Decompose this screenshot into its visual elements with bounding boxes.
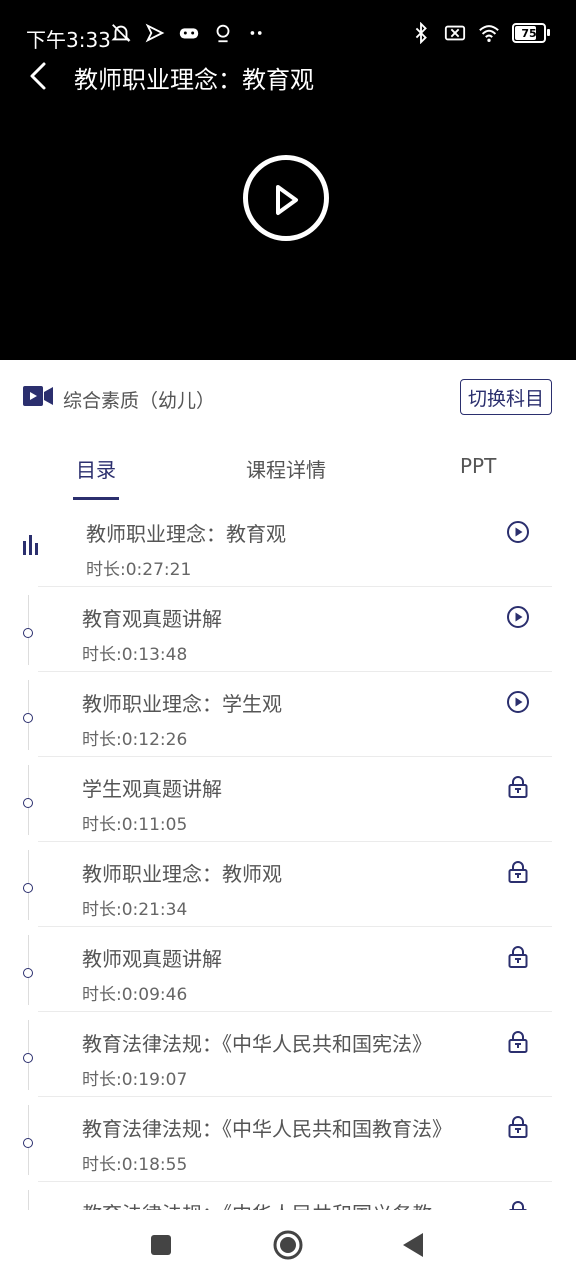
- play-button[interactable]: [243, 155, 329, 241]
- play-circle-icon[interactable]: [506, 690, 530, 714]
- status-bar: 下午3:33 75: [0, 0, 576, 52]
- lesson-title: 教师观真题讲解: [82, 947, 222, 971]
- send-icon: [145, 23, 165, 43]
- battery-icon: 75: [512, 23, 550, 43]
- lesson-duration: 时长:0:13:48: [82, 645, 188, 665]
- lesson-item[interactable]: 教育法律法规：《中华人民共和国教育法》时长:0:18:55: [0, 1097, 576, 1182]
- lesson-title: 教师职业理念：教师观: [82, 862, 282, 886]
- lesson-title: 教育观真题讲解: [82, 607, 222, 631]
- timeline-dot: [23, 968, 33, 978]
- play-circle-icon[interactable]: [506, 520, 530, 544]
- play-circle-icon[interactable]: [506, 605, 530, 629]
- lesson-item[interactable]: 教师职业理念：教育观时长:0:27:21: [0, 502, 576, 587]
- timeline-dot: [23, 1138, 33, 1148]
- lesson-duration: 时长:0:12:26: [82, 730, 188, 750]
- lesson-item[interactable]: 教育法律法规：《中华人民共和国宪法》时长:0:19:07: [0, 1012, 576, 1097]
- switch-subject-button[interactable]: 切换科目: [460, 379, 552, 415]
- lesson-item[interactable]: 学生观真题讲解时长:0:11:05: [0, 757, 576, 842]
- lesson-title: 教师职业理念：学生观: [82, 692, 282, 716]
- lesson-duration: 时长:0:18:55: [82, 1155, 188, 1175]
- lesson-duration: 时长:0:19:07: [82, 1070, 188, 1090]
- lock-icon[interactable]: [506, 1030, 530, 1054]
- status-time: 下午3:33: [26, 28, 111, 52]
- timeline-dot: [23, 713, 33, 723]
- subject-name: 综合素质（幼儿）: [63, 390, 216, 412]
- triangle-back-icon[interactable]: [402, 1232, 424, 1258]
- lock-icon[interactable]: [506, 1200, 530, 1210]
- tab-course-details[interactable]: 课程详情: [246, 454, 326, 483]
- lesson-item[interactable]: 教育观真题讲解时长:0:13:48: [0, 587, 576, 672]
- video-player[interactable]: 下午3:33 75 教师职业理念：教育观: [0, 0, 576, 360]
- lesson-title: 教育法律法规：《中华人民共和国宪法》: [82, 1032, 432, 1056]
- lesson-title: 教育法律法规：《中华人民共和国教育法》: [82, 1117, 452, 1141]
- lesson-duration: 时长:0:27:21: [86, 560, 192, 580]
- lesson-item[interactable]: 教育法律法规：《中华人民共和国义务教: [0, 1182, 576, 1210]
- lesson-item[interactable]: 教师职业理念：教师观时长:0:21:34: [0, 842, 576, 927]
- battery-level: 75: [521, 26, 537, 40]
- lock-icon[interactable]: [506, 945, 530, 969]
- timeline-line: [28, 1190, 29, 1210]
- lesson-duration: 时长:0:11:05: [82, 815, 188, 835]
- lock-icon[interactable]: [506, 860, 530, 884]
- gamepad-icon: [179, 28, 199, 39]
- video-camera-icon: [23, 386, 53, 406]
- status-left-icons: [110, 22, 268, 44]
- location-icon: [216, 24, 230, 43]
- now-playing-bars-icon: [23, 535, 38, 555]
- lesson-title: 教育法律法规：《中华人民共和国义务教: [82, 1198, 432, 1210]
- tab-indicator: [73, 497, 119, 500]
- lesson-list[interactable]: 教师职业理念：教育观 时长:0:27:21 教育观真题讲解 时长:0:13:48 教师职…: [0, 502, 576, 1210]
- timeline-dot: [23, 628, 33, 638]
- lesson-item[interactable]: 教师职业理念：学生观时长:0:12:26: [0, 672, 576, 757]
- lesson-duration: 时长:0:09:46: [82, 985, 188, 1005]
- tab-ppt[interactable]: PPT: [460, 454, 496, 478]
- mute-bell-icon: [111, 24, 131, 42]
- video-title: 教师职业理念：教育观: [74, 66, 314, 94]
- wifi-icon: [479, 25, 499, 42]
- timeline-dot: [23, 798, 33, 808]
- lock-icon[interactable]: [506, 1115, 530, 1139]
- lock-icon[interactable]: [506, 775, 530, 799]
- lesson-title: 学生观真题讲解: [82, 777, 222, 801]
- sim-disabled-icon: [444, 25, 466, 41]
- status-right-icons: 75: [410, 22, 550, 44]
- back-arrow-icon[interactable]: [24, 58, 56, 94]
- timeline-dot: [23, 1053, 33, 1063]
- bluetooth-icon: [415, 22, 427, 44]
- play-circle-icon: [276, 185, 298, 215]
- more-dots-icon: [250, 31, 262, 35]
- circle-home-icon[interactable]: [272, 1229, 304, 1261]
- lesson-item[interactable]: 教师观真题讲解时长:0:09:46: [0, 927, 576, 1012]
- system-nav-bar: [0, 1210, 576, 1280]
- lesson-duration: 时长:0:21:34: [82, 900, 188, 920]
- tab-catalog[interactable]: 目录: [76, 454, 116, 483]
- lesson-title: 教师职业理念：教育观: [86, 522, 286, 546]
- square-recents-icon[interactable]: [150, 1234, 172, 1256]
- timeline-dot: [23, 883, 33, 893]
